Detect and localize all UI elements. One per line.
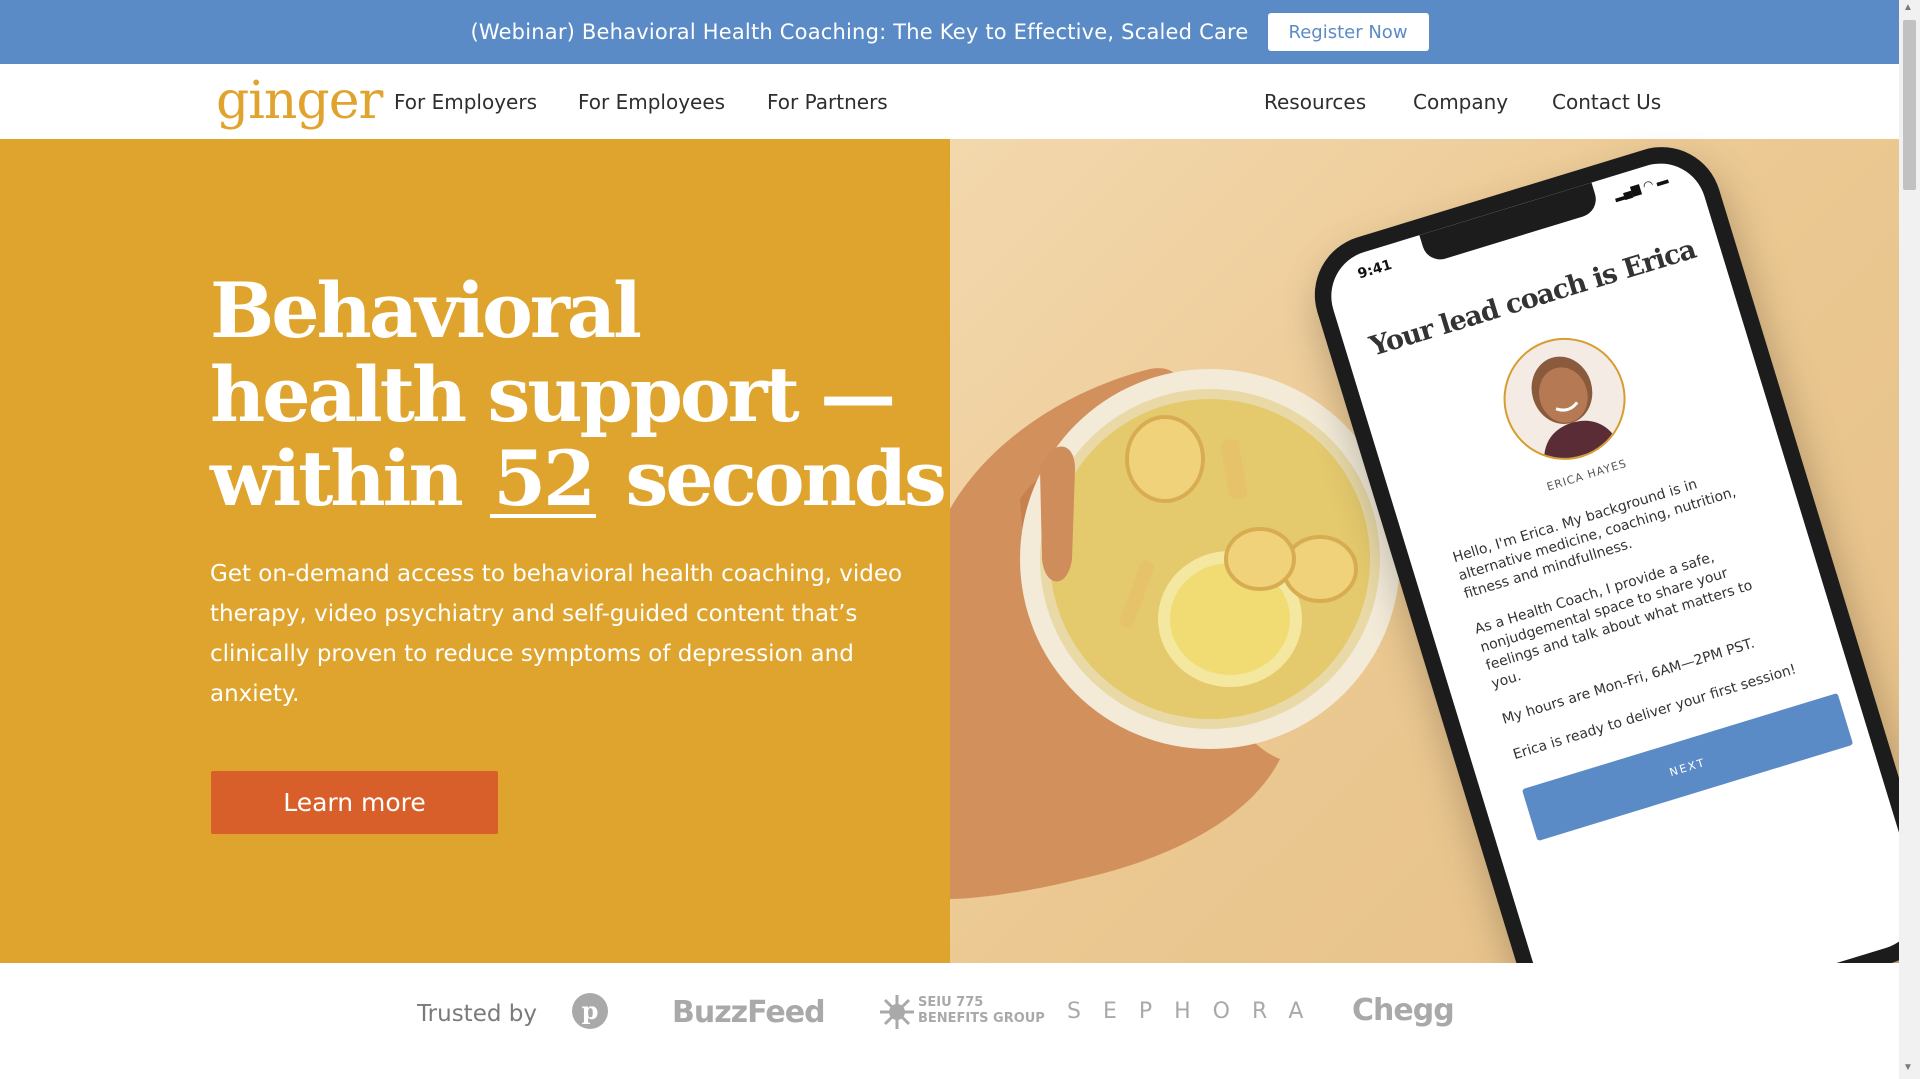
nav-contact-us[interactable]: Contact Us	[1552, 90, 1661, 114]
coach-portrait-icon	[1531, 356, 1620, 467]
nav-for-employers[interactable]: For Employers	[394, 90, 537, 114]
phone-time: 9:41	[1355, 256, 1394, 283]
nav-for-employees[interactable]: For Employees	[578, 90, 725, 114]
scroll-up-arrow-icon[interactable]: ▲	[1903, 2, 1913, 13]
signal-wifi-battery-icon: ▂▄▆ ◠ ▬	[1612, 172, 1670, 203]
nav-company[interactable]: Company	[1413, 90, 1508, 114]
ginger-logo[interactable]: ginger	[216, 71, 383, 131]
seiu-line-1: SEIU 775	[918, 995, 984, 1010]
headline-number: 52	[490, 441, 597, 518]
seiu-sunburst-icon	[880, 995, 914, 1029]
chegg-logo: Chegg	[1352, 993, 1455, 1028]
nav-for-partners[interactable]: For Partners	[767, 90, 888, 114]
hero-headline: Behavioral health support — within 52 se…	[210, 266, 947, 523]
seiu-benefits-logo: SEIU 775 BENEFITS GROUP	[880, 995, 1045, 1029]
trusted-by-label: Trusted by	[417, 1001, 537, 1027]
coach-avatar	[1488, 322, 1641, 476]
hero-text-panel: Behavioral health support — within 52 se…	[0, 139, 950, 963]
buzzfeed-logo: BuzzFeed	[672, 995, 826, 1030]
learn-more-button[interactable]: Learn more	[211, 771, 498, 834]
headline-within: within	[210, 434, 464, 523]
svg-text:p: p	[582, 996, 599, 1025]
headline-seconds: seconds	[625, 434, 947, 523]
pinterest-logo-icon: p	[571, 992, 609, 1035]
scroll-down-arrow-icon[interactable]: ▼	[1903, 1062, 1913, 1073]
sephora-logo: SEPHORA	[1067, 999, 1326, 1024]
hero-subtext: Get on-demand access to behavioral healt…	[210, 561, 903, 707]
vertical-scrollbar[interactable]: ▲ ▼	[1899, 0, 1920, 1079]
headline-line-1: Behavioral	[210, 266, 642, 355]
main-nav: ginger For Employers For Employees For P…	[0, 64, 1899, 140]
seiu-line-2: BENEFITS GROUP	[918, 1011, 1045, 1026]
scrollbar-thumb[interactable]	[1903, 20, 1916, 190]
banner-text: (Webinar) Behavioral Health Coaching: Th…	[470, 20, 1249, 44]
register-now-button[interactable]: Register Now	[1267, 13, 1429, 51]
trusted-by-strip: Trusted by p BuzzFeed SEIU 775 BENEFITS …	[0, 963, 1899, 1079]
announcement-banner: (Webinar) Behavioral Health Coaching: Th…	[0, 0, 1899, 64]
nav-resources[interactable]: Resources	[1264, 90, 1366, 114]
headline-line-2: health support —	[210, 350, 896, 439]
